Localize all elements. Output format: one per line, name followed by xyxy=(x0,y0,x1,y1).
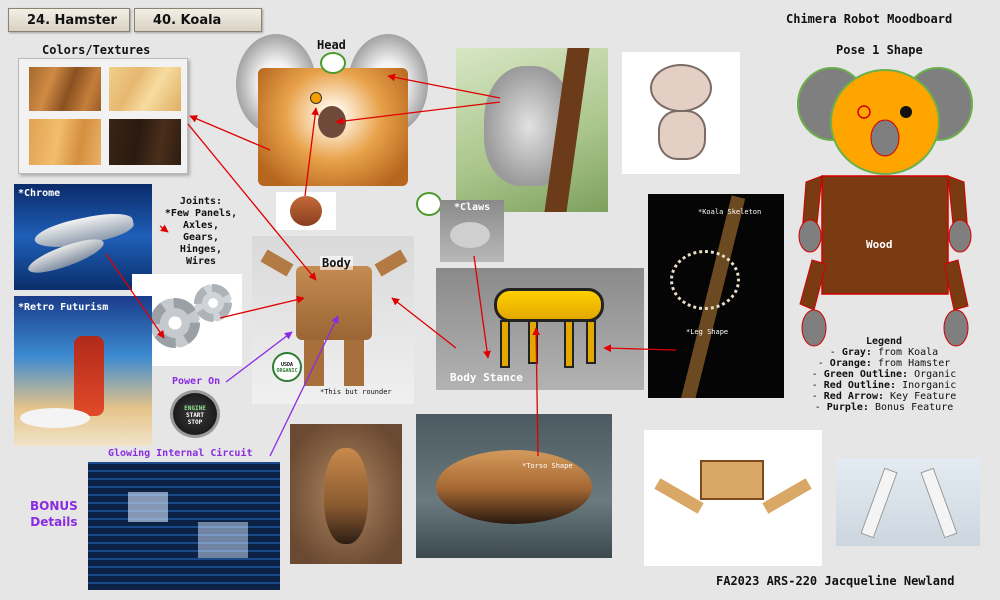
texture-wood-honey xyxy=(29,119,101,165)
legend-item: - Green Outline: Organic xyxy=(811,369,957,380)
hexapod-body xyxy=(700,460,764,500)
body-label: Body xyxy=(320,256,353,270)
gear-icon xyxy=(194,284,232,322)
rounder-note: *This but rounder xyxy=(320,388,392,396)
torso-wood xyxy=(821,175,949,295)
hamster-standing-body xyxy=(324,448,368,544)
claw-paw xyxy=(450,222,490,248)
footer-credit: FA2023 ARS-220 Jacqueline Newland xyxy=(716,574,955,588)
koala-photo xyxy=(456,48,608,212)
robot-dog-leg xyxy=(564,320,574,368)
cartoon-koala-body xyxy=(658,110,706,160)
moodboard-title: Chimera Robot Moodboard xyxy=(786,12,953,26)
claws-label: *Claws xyxy=(454,202,491,213)
circuit-board-image xyxy=(88,462,280,590)
organic-badge-head xyxy=(320,52,346,74)
robot-dog-leg xyxy=(500,320,510,368)
chrome-label: *Chrome xyxy=(18,188,61,199)
legend-item: - Orange: from Hamster xyxy=(817,358,951,369)
leg-shape-note: *Leg Shape xyxy=(686,328,729,336)
robot-dog-body xyxy=(494,288,604,322)
retro-vehicle xyxy=(20,408,90,428)
texture-swatch-panel xyxy=(18,58,188,174)
robotic-arms-image xyxy=(836,458,980,546)
koala-skeleton-image xyxy=(648,194,784,398)
hamster-torso-image xyxy=(416,414,612,558)
pose-shape-drawing xyxy=(797,67,973,347)
wood-label: Wood xyxy=(866,238,893,251)
hand-right-upper xyxy=(948,219,972,253)
legend-item: - Red Outline: Inorganic xyxy=(811,380,957,391)
hexapod-leg xyxy=(762,478,812,514)
usda-organic-badge: USDA ORGANIC xyxy=(272,352,302,382)
koala-cartoon-image xyxy=(622,52,740,174)
circuit-chip xyxy=(128,492,168,522)
power-on-label: Power On xyxy=(172,376,221,387)
hexapod-leg xyxy=(654,478,704,514)
retro-figure xyxy=(74,336,104,416)
hamster-nose xyxy=(318,106,346,138)
colors-textures-label: Colors/Textures xyxy=(42,43,151,57)
legend-title: Legend xyxy=(865,336,903,347)
retro-futurism-image xyxy=(14,296,152,446)
glowing-circuit-label: Glowing Internal Circuit xyxy=(108,448,253,459)
legend-item: - Gray: from Koala xyxy=(829,347,939,358)
tab-hamster[interactable]: 24. Hamster xyxy=(8,8,130,32)
texture-wood-medium xyxy=(29,67,101,111)
texture-wood-dark xyxy=(109,119,181,165)
robot-dog-leg xyxy=(586,320,596,364)
robot-arm xyxy=(260,249,294,277)
gear-icon xyxy=(150,298,200,348)
pose-label: Pose 1 Shape xyxy=(836,43,923,57)
skeleton-ribcage xyxy=(670,250,740,310)
organic-badge-claws xyxy=(416,192,442,216)
nose-mouth xyxy=(870,119,900,157)
legend-item: - Red Arrow: Key Feature xyxy=(811,391,957,402)
legend-item: - Purple: Bonus Feature xyxy=(814,402,954,413)
koala-skeleton-note: *Koala Skeleton xyxy=(698,208,762,216)
start-stop-button[interactable]: ENGINE START STOP xyxy=(170,390,220,438)
wooden-hexapod-image xyxy=(644,430,822,566)
robot-arm xyxy=(374,249,408,277)
bonus-details-label: BONUS Details xyxy=(30,499,78,529)
texture-wood-light xyxy=(109,67,181,111)
cartoon-robot-image xyxy=(276,192,336,230)
eye-right xyxy=(900,106,912,118)
hamster-standing-image xyxy=(290,424,402,564)
legend: Legend - Gray: from Koala - Orange: from… xyxy=(800,336,968,413)
hand-left-upper xyxy=(798,219,822,253)
robot-torso xyxy=(296,266,372,340)
body-stance-label: Body Stance xyxy=(450,371,523,384)
robot-arm-white xyxy=(860,467,898,539)
robot-leg xyxy=(304,340,324,386)
robot-arm-white xyxy=(920,467,958,539)
cartoon-robot-head xyxy=(290,196,322,226)
joints-text: Joints: *Few Panels, Axles, Gears, Hinge… xyxy=(164,196,238,267)
circuit-chip xyxy=(198,522,248,558)
robot-leg xyxy=(344,340,364,386)
robot-dog-leg xyxy=(528,320,538,364)
torso-shape-note: *Torso Shape xyxy=(522,462,573,470)
cartoon-koala-head xyxy=(650,64,712,112)
hamster-eye-left xyxy=(310,92,322,104)
retro-label: *Retro Futurism xyxy=(18,302,109,313)
